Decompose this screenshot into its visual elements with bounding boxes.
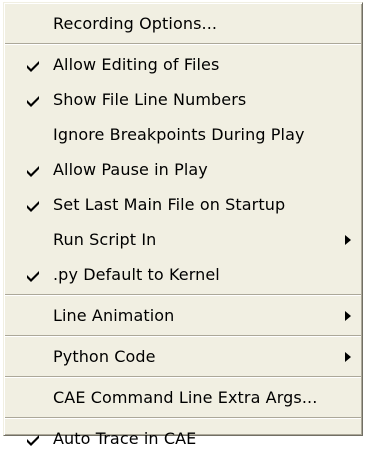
checkmark-icon <box>27 166 39 177</box>
checkmark-icon <box>27 435 39 446</box>
menu-item-py-default-to-kernel[interactable]: .py Default to Kernel <box>4 257 362 292</box>
menu-item-allow-editing-of-files[interactable]: Allow Editing of Files <box>4 47 362 82</box>
menu-item-label: Line Animation <box>53 306 175 325</box>
menu-item-set-last-main-file-on-startup[interactable]: Set Last Main File on Startup <box>4 187 362 222</box>
menu-item-label: Allow Pause in Play <box>53 160 208 179</box>
menu-item-label: Recording Options... <box>53 14 218 33</box>
menu-item-allow-pause-in-play[interactable]: Allow Pause in Play <box>4 152 362 187</box>
menu-item-label: .py Default to Kernel <box>53 265 220 284</box>
checkmark-icon <box>27 271 39 282</box>
submenu-arrow-icon <box>345 235 351 245</box>
menu-item-recording-options[interactable]: Recording Options... <box>4 6 362 41</box>
menu-item-ignore-breakpoints-during-play[interactable]: Ignore Breakpoints During Play <box>4 117 362 152</box>
menu-item-label: Ignore Breakpoints During Play <box>53 125 305 144</box>
menu-item-show-file-line-numbers[interactable]: Show File Line Numbers <box>4 82 362 117</box>
checkmark-icon <box>27 201 39 212</box>
menu-item-auto-trace-in-cae[interactable]: Auto Trace in CAE <box>4 421 362 456</box>
menu-item-label: Show File Line Numbers <box>53 90 247 109</box>
menu-item-line-animation[interactable]: Line Animation <box>4 298 362 333</box>
menu-item-cae-command-line-extra-args[interactable]: CAE Command Line Extra Args... <box>4 380 362 415</box>
menu-item-label: Allow Editing of Files <box>53 55 220 74</box>
menu-item-label: Auto Trace in CAE <box>53 429 197 448</box>
menu-item-run-script-in[interactable]: Run Script In <box>4 222 362 257</box>
menu-item-label: CAE Command Line Extra Args... <box>53 388 318 407</box>
checkmark-icon <box>27 61 39 72</box>
menu-item-python-code[interactable]: Python Code <box>4 339 362 374</box>
menu-item-label: Python Code <box>53 347 156 366</box>
context-menu: Recording Options... Allow Editing of Fi… <box>3 2 363 448</box>
submenu-arrow-icon <box>345 352 351 362</box>
submenu-arrow-icon <box>345 311 351 321</box>
menu-item-label: Set Last Main File on Startup <box>53 195 286 214</box>
menu-item-label: Run Script In <box>53 230 157 249</box>
checkmark-icon <box>27 96 39 107</box>
